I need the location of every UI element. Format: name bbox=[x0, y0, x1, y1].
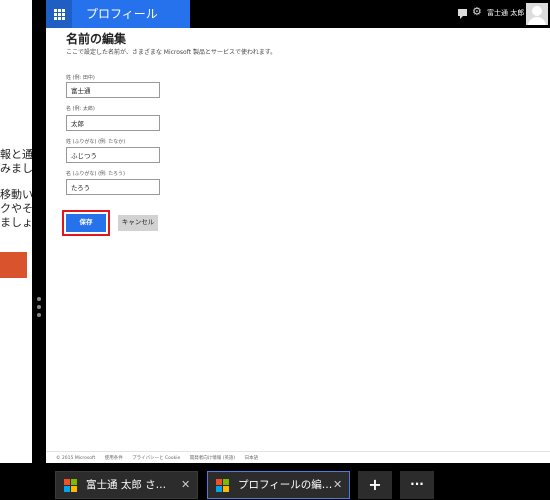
left-text-line: クやそ bbox=[0, 202, 32, 215]
footer-copyright: © 2015 Microsoft bbox=[56, 456, 96, 461]
chat-icon[interactable] bbox=[458, 9, 467, 19]
left-app-text: 報と通知 みましょ 移動い クやそ ましょう bbox=[0, 148, 32, 230]
last-name-label: 姓 (例: 田中) bbox=[66, 75, 95, 81]
splitter-dot bbox=[37, 305, 41, 309]
user-name[interactable]: 富士通 太郎 bbox=[487, 0, 524, 26]
save-button[interactable]: 保存 bbox=[66, 214, 106, 232]
footer-link-developers[interactable]: 開発者向け情報 (英語) bbox=[190, 456, 235, 461]
tab-label: 富士通 太郎 さ… bbox=[86, 479, 167, 491]
windows-logo-icon bbox=[64, 479, 78, 493]
footer-link-terms[interactable]: 使用条件 bbox=[105, 456, 123, 461]
windows-logo-icon bbox=[216, 479, 230, 493]
footer-divider bbox=[46, 451, 550, 452]
browser-tab-bar: 富士通 太郎 さ… ✕ プロフィールの編… ✕ + ··· bbox=[0, 463, 550, 500]
last-name-kana-label: 姓 (ふりがな) (例: たなか) bbox=[66, 139, 126, 145]
splitter-dot bbox=[37, 297, 41, 301]
footer: © 2015 Microsoft 使用条件 プライバシーと Cookie 開発者… bbox=[56, 455, 266, 461]
avatar[interactable] bbox=[526, 3, 548, 25]
left-snapped-app: 報と通知 みましょ 移動い クやそ ましょう bbox=[0, 0, 32, 500]
left-text-line: 移動い bbox=[0, 188, 32, 201]
first-name-field[interactable] bbox=[66, 115, 160, 131]
left-text-line: 報と通知 bbox=[0, 148, 32, 161]
new-tab-button[interactable]: + bbox=[358, 471, 392, 499]
left-text-line: みましょ bbox=[0, 162, 32, 175]
last-name-field[interactable] bbox=[66, 82, 160, 98]
gear-icon[interactable]: ⚙ bbox=[472, 6, 482, 18]
first-name-kana-label: 名 (ふりがな) (例: たろう) bbox=[66, 171, 125, 177]
page-title: 名前の編集 bbox=[66, 32, 127, 46]
footer-link-privacy[interactable]: プライバシーと Cookie bbox=[132, 456, 180, 461]
page-description: ここで設定した名前が、さまざまな Microsoft 製品とサービスで使われます… bbox=[66, 49, 277, 56]
app-title[interactable]: プロフィール bbox=[72, 0, 190, 28]
top-bar: プロフィール ⚙ 富士通 太郎 bbox=[46, 0, 550, 28]
tab-profile-edit[interactable]: プロフィールの編… ✕ bbox=[207, 471, 350, 499]
footer-link-language[interactable]: 日本語 bbox=[245, 456, 259, 461]
close-icon[interactable]: ✕ bbox=[181, 472, 190, 498]
tab-fujitsu[interactable]: 富士通 太郎 さ… ✕ bbox=[55, 471, 198, 499]
more-options-button[interactable]: ··· bbox=[400, 471, 434, 499]
first-name-label: 名 (例: 太郎) bbox=[66, 106, 95, 112]
grid-icon[interactable] bbox=[46, 0, 72, 28]
profile-app: プロフィール ⚙ 富士通 太郎 名前の編集 ここで設定した名前が、さまざまな M… bbox=[46, 0, 550, 463]
close-icon[interactable]: ✕ bbox=[333, 472, 342, 498]
snap-splitter-handle[interactable] bbox=[32, 0, 46, 463]
first-name-kana-field[interactable] bbox=[66, 179, 160, 195]
cancel-button[interactable]: キャンセル bbox=[118, 215, 158, 231]
last-name-kana-field[interactable] bbox=[66, 147, 160, 163]
left-app-orange-button[interactable] bbox=[0, 252, 27, 278]
splitter-dot bbox=[37, 313, 41, 317]
left-text-line: ましょう bbox=[0, 216, 32, 229]
tab-label: プロフィールの編… bbox=[238, 479, 333, 491]
